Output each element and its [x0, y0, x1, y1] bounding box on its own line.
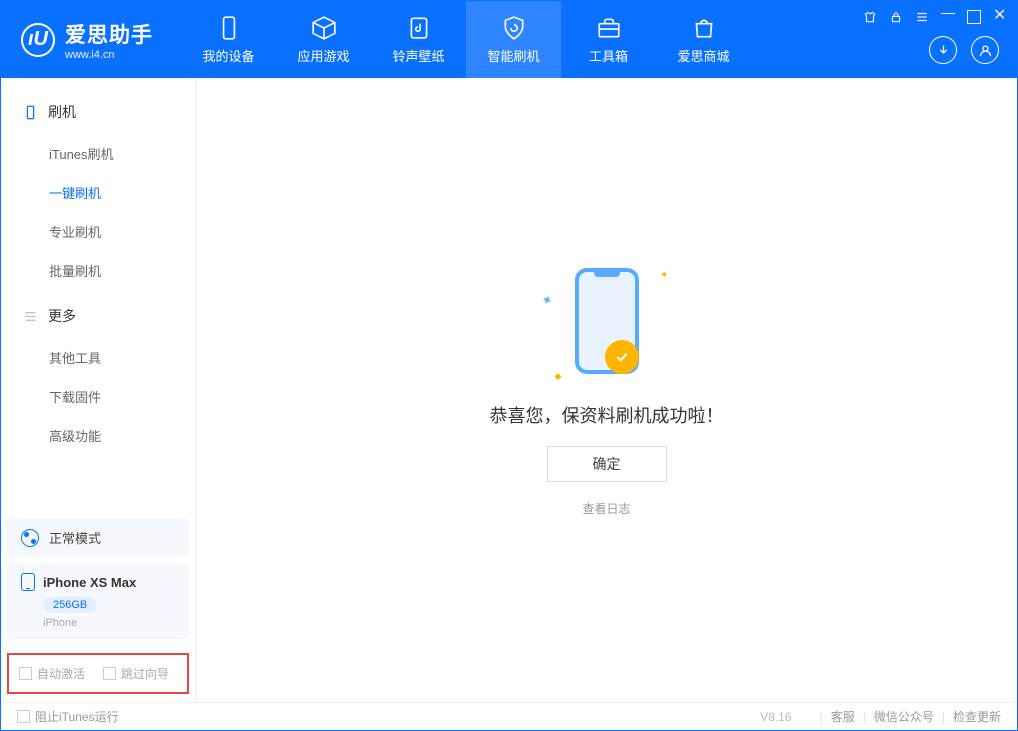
close-button[interactable]: ✕ [993, 10, 1007, 24]
phone-icon [216, 15, 242, 41]
checkbox-block-itunes[interactable]: 阻止iTunes运行 [17, 708, 119, 725]
phone-icon [21, 573, 35, 591]
title-bar: ıU 爱思助手 www.i4.cn 我的设备 应用游戏 铃声壁纸 智能刷机 工具… [1, 1, 1017, 78]
music-file-icon [406, 15, 432, 41]
shield-refresh-icon [501, 15, 527, 41]
sidebar-item-firmware[interactable]: 下载固件 [49, 377, 195, 416]
check-badge-icon [605, 340, 639, 374]
checkbox-label: 自动激活 [37, 665, 85, 682]
header-actions [929, 36, 999, 64]
sparkle-icon: ✦ [660, 270, 668, 281]
minimize-button[interactable] [941, 13, 955, 27]
app-logo: ıU 爱思助手 www.i4.cn [1, 1, 173, 78]
sidebar-item-batch-flash[interactable]: 批量刷机 [49, 251, 195, 290]
ok-button[interactable]: 确定 [547, 446, 667, 482]
window-controls: ✕ [863, 7, 1007, 27]
footer-support[interactable]: 客服 [831, 708, 855, 725]
device-mode[interactable]: 正常模式 [7, 518, 189, 557]
checkbox-icon [19, 667, 32, 680]
logo-icon: ıU [21, 23, 55, 57]
menu-icon[interactable] [915, 10, 929, 24]
tab-label: 应用游戏 [297, 46, 349, 65]
checkbox-auto-activate[interactable]: 自动激活 [19, 665, 85, 682]
cube-icon [311, 15, 337, 41]
main-tabs: 我的设备 应用游戏 铃声壁纸 智能刷机 工具箱 爱思商城 [181, 1, 751, 78]
checkbox-label: 阻止iTunes运行 [35, 708, 119, 725]
download-button[interactable] [929, 36, 957, 64]
shirt-icon[interactable] [863, 10, 877, 24]
group-label: 刷机 [48, 102, 76, 122]
body: 刷机 iTunes刷机 一键刷机 专业刷机 批量刷机 更多 其他工具 下载固件 … [1, 78, 1017, 702]
sidebar-item-pro-flash[interactable]: 专业刷机 [49, 212, 195, 251]
list-icon [23, 309, 38, 324]
flash-options-highlight: 自动激活 跳过向导 [7, 653, 189, 694]
device-name: iPhone XS Max [43, 575, 136, 590]
checkbox-icon [17, 710, 30, 723]
footer-wechat[interactable]: 微信公众号 [874, 708, 934, 725]
success-illustration: ✦ ✦ ◆ [547, 264, 667, 384]
success-message: 恭喜您，保资料刷机成功啦！ [490, 402, 724, 428]
tab-label: 爱思商城 [677, 46, 729, 65]
maximize-button[interactable] [967, 10, 981, 24]
sidebar-group-more: 更多 [1, 300, 195, 332]
footer-update[interactable]: 检查更新 [953, 708, 1001, 725]
sidebar-item-advanced[interactable]: 高级功能 [49, 416, 195, 455]
user-button[interactable] [971, 36, 999, 64]
sidebar-item-onekey-flash[interactable]: 一键刷机 [49, 173, 195, 212]
tab-label: 我的设备 [202, 46, 254, 65]
app-title: 爱思助手 [65, 19, 153, 49]
app-site: www.i4.cn [65, 49, 153, 61]
tab-label: 铃声壁纸 [392, 46, 444, 65]
tab-apps[interactable]: 应用游戏 [276, 1, 371, 78]
device-panel: 正常模式 iPhone XS Max 256GB iPhone [7, 518, 189, 639]
sidebar-item-itunes-flash[interactable]: iTunes刷机 [49, 134, 195, 173]
checkbox-label: 跳过向导 [121, 665, 169, 682]
main-content: ✦ ✦ ◆ 恭喜您，保资料刷机成功啦！ 确定 查看日志 [196, 78, 1017, 702]
view-log-link[interactable]: 查看日志 [582, 500, 630, 517]
toolbox-icon [596, 15, 622, 41]
sidebar-item-other-tools[interactable]: 其他工具 [49, 338, 195, 377]
device-type: iPhone [43, 617, 175, 629]
sidebar-group-flash: 刷机 [1, 96, 195, 128]
tab-label: 智能刷机 [487, 46, 539, 65]
mode-icon [21, 529, 39, 547]
tab-store[interactable]: 爱思商城 [656, 1, 751, 78]
status-bar: 阻止iTunes运行 V8.16 | 客服 | 微信公众号 | 检查更新 [1, 702, 1017, 730]
lock-icon[interactable] [889, 10, 903, 24]
bag-icon [691, 15, 717, 41]
sidebar: 刷机 iTunes刷机 一键刷机 专业刷机 批量刷机 更多 其他工具 下载固件 … [1, 78, 196, 702]
tab-my-device[interactable]: 我的设备 [181, 1, 276, 78]
tab-flash[interactable]: 智能刷机 [466, 1, 561, 78]
tab-toolbox[interactable]: 工具箱 [561, 1, 656, 78]
tab-label: 工具箱 [589, 46, 628, 65]
version-label: V8.16 [760, 710, 791, 724]
mode-label: 正常模式 [49, 528, 101, 547]
tab-ringtone[interactable]: 铃声壁纸 [371, 1, 466, 78]
device-icon [23, 105, 38, 120]
checkbox-skip-guide[interactable]: 跳过向导 [103, 665, 169, 682]
phone-outline-icon [575, 268, 639, 374]
sparkle-icon: ✦ [538, 290, 555, 310]
group-label: 更多 [48, 306, 76, 326]
device-info[interactable]: iPhone XS Max 256GB iPhone [7, 563, 189, 639]
sparkle-icon: ◆ [555, 371, 562, 382]
device-storage: 256GB [43, 597, 97, 613]
checkbox-icon [103, 667, 116, 680]
